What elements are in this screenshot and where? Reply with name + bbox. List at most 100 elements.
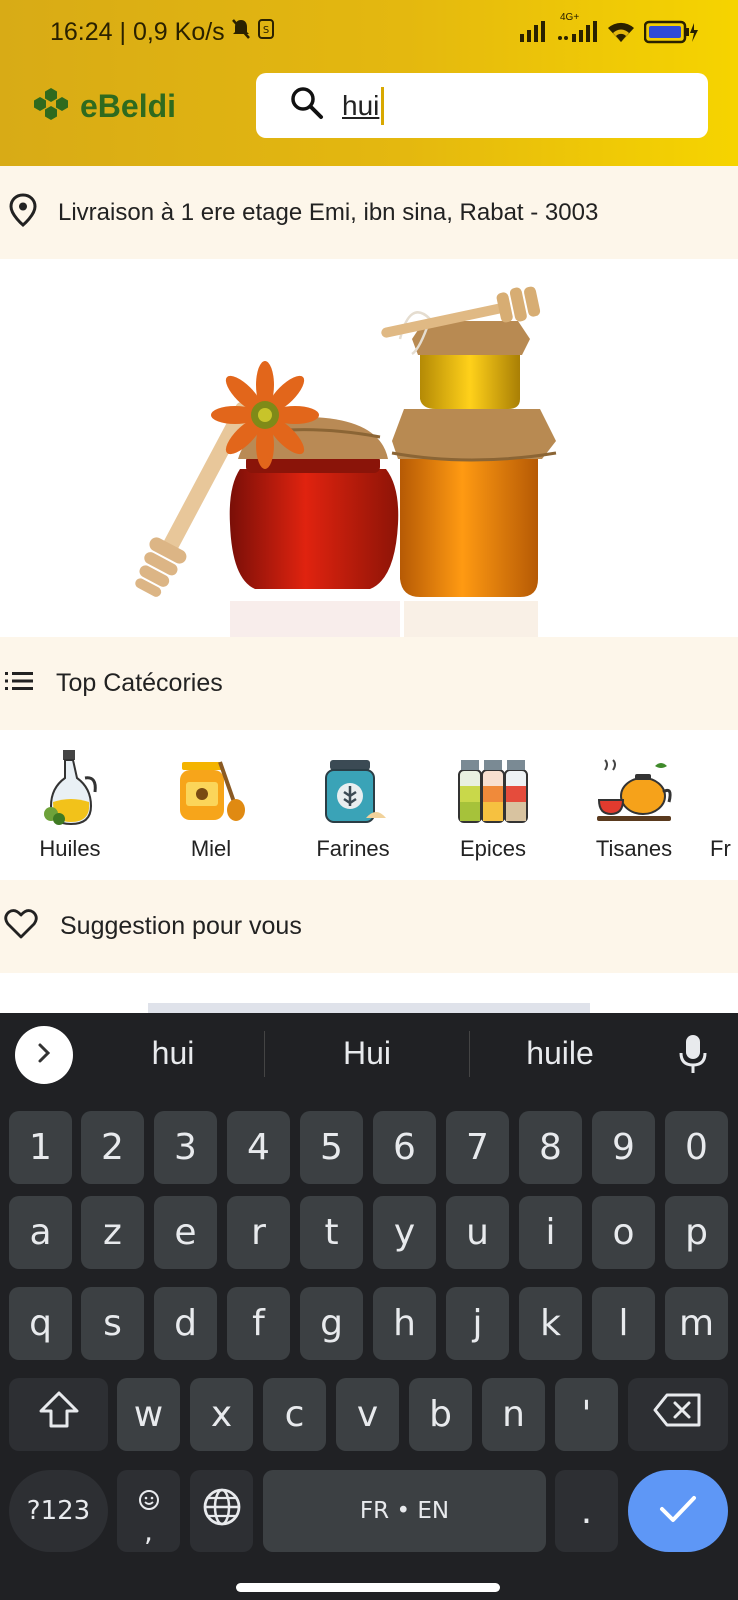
delivery-location[interactable]: Livraison à 1 ere etage Emi, ibn sina, R… xyxy=(0,166,738,259)
key-r[interactable]: r xyxy=(227,1196,290,1269)
heart-icon xyxy=(4,909,38,944)
key-k[interactable]: k xyxy=(519,1287,582,1360)
key-y[interactable]: y xyxy=(373,1196,436,1269)
key-i[interactable]: i xyxy=(519,1196,582,1269)
category-item-miel[interactable]: Miel xyxy=(146,748,276,862)
key-f[interactable]: f xyxy=(227,1287,290,1360)
suggestion-divider xyxy=(264,1031,265,1077)
key-m[interactable]: m xyxy=(665,1287,728,1360)
key-1[interactable]: 1 xyxy=(9,1111,72,1184)
honey-jars-image xyxy=(135,286,557,637)
suggested-product-image[interactable] xyxy=(148,1003,590,1013)
key-b[interactable]: b xyxy=(409,1378,472,1451)
key-l[interactable]: l xyxy=(592,1287,655,1360)
chevron-right-icon xyxy=(34,1041,54,1070)
key-t[interactable]: t xyxy=(300,1196,363,1269)
status-bar: 16:24 | 0,9 Ko/s S 4G+ xyxy=(0,12,738,54)
signal-icon xyxy=(518,20,548,49)
svg-text:S: S xyxy=(262,25,268,36)
network-label: 4G+ xyxy=(560,12,580,23)
flour-jar-icon xyxy=(288,748,418,826)
category-item-partial[interactable]: Fr xyxy=(710,748,738,862)
symbols-key[interactable]: ?123 xyxy=(9,1470,108,1552)
delivery-address: Livraison à 1 ere etage Emi, ibn sina, R… xyxy=(58,198,599,226)
key-d[interactable]: d xyxy=(154,1287,217,1360)
key-5[interactable]: 5 xyxy=(300,1111,363,1184)
location-pin-icon xyxy=(8,193,38,232)
list-icon xyxy=(4,670,34,697)
space-key[interactable]: FR • EN xyxy=(263,1470,546,1552)
key-v[interactable]: v xyxy=(336,1378,399,1451)
key-9[interactable]: 9 xyxy=(592,1111,655,1184)
category-carousel[interactable]: Huiles Miel Farines Epices Tisanes Fr xyxy=(0,730,738,880)
suggestions-title: Suggestion pour vous xyxy=(60,912,302,940)
key-7[interactable]: 7 xyxy=(446,1111,509,1184)
wifi-icon xyxy=(606,20,636,49)
comma-label: , xyxy=(144,1514,153,1548)
suggestions-header: Suggestion pour vous xyxy=(0,880,738,973)
battery-icon xyxy=(643,20,698,49)
emoji-comma-key[interactable]: , xyxy=(117,1470,180,1552)
key-o[interactable]: o xyxy=(592,1196,655,1269)
key-8[interactable]: 8 xyxy=(519,1111,582,1184)
key-q[interactable]: q xyxy=(9,1287,72,1360)
key-z[interactable]: z xyxy=(81,1196,144,1269)
app-name: eBeldi xyxy=(80,88,177,124)
key-c[interactable]: c xyxy=(263,1378,326,1451)
key-6[interactable]: 6 xyxy=(373,1111,436,1184)
key-0[interactable]: 0 xyxy=(665,1111,728,1184)
mute-notification-icon xyxy=(231,18,251,47)
shift-key[interactable] xyxy=(9,1378,108,1451)
app-logo[interactable]: eBeldi xyxy=(32,86,176,127)
period-key[interactable]: . xyxy=(555,1470,618,1552)
category-label: Epices xyxy=(459,836,527,861)
backspace-key[interactable] xyxy=(628,1378,728,1451)
honey-jar-icon xyxy=(146,748,276,826)
microphone-icon[interactable] xyxy=(678,1033,708,1080)
key-u[interactable]: u xyxy=(446,1196,509,1269)
search-input[interactable]: hui xyxy=(256,73,708,138)
key-a[interactable]: a xyxy=(9,1196,72,1269)
category-label: Farines xyxy=(316,836,390,861)
key-2[interactable]: 2 xyxy=(81,1111,144,1184)
category-item-farines[interactable]: Farines xyxy=(288,748,418,862)
category-item-epices[interactable]: Epices xyxy=(428,748,558,862)
key-s[interactable]: s xyxy=(81,1287,144,1360)
key-e[interactable]: e xyxy=(154,1196,217,1269)
key-w[interactable]: w xyxy=(117,1378,180,1451)
category-label: Fr xyxy=(710,836,731,861)
category-label: Miel xyxy=(190,836,232,861)
suggestion-word[interactable]: huile xyxy=(465,1035,655,1072)
top-categories-title: Top Catécories xyxy=(56,669,223,697)
backspace-icon xyxy=(653,1392,703,1437)
globe-icon xyxy=(202,1487,242,1536)
category-item-huiles[interactable]: Huiles xyxy=(5,748,135,862)
gesture-home-bar[interactable] xyxy=(236,1583,500,1592)
text-caret xyxy=(381,86,385,125)
toolbar-expand-button[interactable] xyxy=(15,1026,73,1084)
language-key[interactable] xyxy=(190,1470,253,1552)
keyboard-suggestion-strip: hui Hui huile xyxy=(0,1013,738,1097)
suggestion-word[interactable]: hui xyxy=(78,1035,268,1072)
category-item-tisanes[interactable]: Tisanes xyxy=(569,748,699,862)
promo-banner[interactable] xyxy=(0,259,738,637)
key-apostrophe[interactable]: ' xyxy=(555,1378,618,1451)
top-categories-header: Top Catécories xyxy=(0,637,738,730)
key-p[interactable]: p xyxy=(665,1196,728,1269)
key-g[interactable]: g xyxy=(300,1287,363,1360)
key-3[interactable]: 3 xyxy=(154,1111,217,1184)
app-header: 16:24 | 0,9 Ko/s S 4G+ eBeldi hui xyxy=(0,0,738,166)
suggestion-word[interactable]: Hui xyxy=(272,1035,462,1072)
teapot-icon xyxy=(569,748,699,826)
key-j[interactable]: j xyxy=(446,1287,509,1360)
search-value: hui xyxy=(342,89,380,121)
oil-bottle-icon xyxy=(5,748,135,826)
enter-key[interactable] xyxy=(628,1470,728,1552)
key-4[interactable]: 4 xyxy=(227,1111,290,1184)
soft-keyboard: hui Hui huile 1 2 3 4 5 6 7 8 9 0 a z e … xyxy=(0,1013,738,1600)
key-h[interactable]: h xyxy=(373,1287,436,1360)
spice-jars-icon xyxy=(428,748,558,826)
key-x[interactable]: x xyxy=(190,1378,253,1451)
key-n[interactable]: n xyxy=(482,1378,545,1451)
category-label: Huiles xyxy=(39,836,101,861)
